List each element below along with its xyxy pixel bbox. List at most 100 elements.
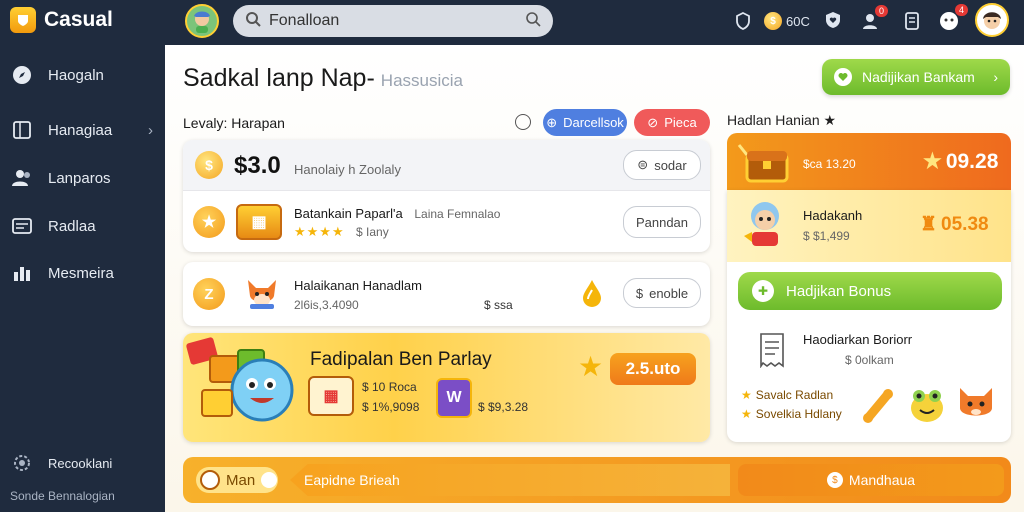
row2-button[interactable]: $ enoble: [623, 278, 701, 308]
notification-badge: 0: [874, 5, 888, 17]
compass-icon: ⊕: [546, 114, 558, 130]
coin-outline-icon: $: [635, 285, 644, 301]
sidebar-item-home[interactable]: Haogaln: [0, 53, 165, 97]
treasure-chest-icon: [733, 137, 793, 185]
tag-icon: ⊘: [647, 114, 659, 130]
row2-price: $ ssa: [484, 298, 513, 312]
bottom-action-label: Mandhaua: [848, 472, 916, 488]
promo-meta-1: $ 10 Roca: [362, 380, 417, 394]
row1-sub: $ Iany: [356, 225, 389, 239]
filter-blue-button[interactable]: ⊕ Darcellsok: [543, 109, 627, 136]
game-thumbnail[interactable]: ▦: [236, 204, 282, 240]
page-title-text: Sadkal lanp Nap-: [183, 64, 375, 92]
profile-avatar[interactable]: [975, 3, 1009, 37]
chevron-right-icon: ›: [148, 121, 153, 139]
toggle-knob: [261, 472, 278, 488]
user-avatar[interactable]: [185, 4, 219, 38]
user-name: Hadakanh: [803, 208, 863, 223]
reward-title: Haodiarkan Boriorr: [803, 332, 913, 347]
shield-icon[interactable]: [734, 12, 752, 30]
sidebar-item-stats[interactable]: Mesmeira: [0, 251, 165, 295]
coin-icon: $: [826, 472, 843, 488]
filter-blue-label: Darcellsok: [563, 115, 624, 130]
balance-button[interactable]: ⊜ sodar: [623, 150, 701, 180]
timer-toggle[interactable]: Man: [196, 467, 278, 493]
star-icon: ★: [741, 407, 752, 421]
top-cta-label: Nadijikan Bankam: [862, 69, 975, 85]
app-logo-icon: [10, 7, 36, 33]
card-icon: [12, 216, 32, 236]
row1-button-label: Panndan: [635, 214, 689, 230]
chevron-right-icon: ›: [993, 69, 998, 85]
search-bar[interactable]: [233, 5, 553, 37]
profile-notification[interactable]: 0: [858, 5, 888, 33]
reward-line-1: ★ Savalc Radlan: [741, 388, 833, 402]
frog-character-icon[interactable]: [908, 386, 946, 424]
sidebar-item-cards[interactable]: Radlaa: [0, 204, 165, 248]
promo-item-2-icon: W: [436, 378, 472, 418]
sidebar-item-label: Radlaa: [48, 217, 96, 235]
sidebar-item-label: Hanagiaa: [48, 121, 113, 139]
reward-sub: $ 0olkam: [845, 353, 894, 367]
bonus-button-label: Hadjikan Bonus: [786, 282, 892, 300]
balance-amount: $3.0: [234, 152, 281, 179]
rating-stars: ★★★★: [294, 224, 345, 239]
sidebar-item-friends[interactable]: Lanparos: [0, 156, 165, 200]
coin-icon: $: [764, 12, 782, 30]
star-badge-icon: ★: [193, 206, 225, 238]
promo-meta-2: $ 1%,9098: [362, 400, 420, 414]
app-name: Casual: [44, 8, 113, 31]
coin-counter[interactable]: $ 60C: [764, 10, 810, 32]
row1-button[interactable]: Panndan: [623, 206, 701, 238]
refresh-icon: ⊜: [637, 157, 649, 172]
reward-line-2: ★ Sovelkia Hdlany: [741, 407, 842, 421]
user-sub: $ $1,499: [803, 229, 850, 243]
right-panel-header: Hadlan Hanian ★: [727, 112, 836, 129]
search-input[interactable]: [269, 12, 517, 30]
clock-icon: [200, 470, 220, 490]
balance-button-label: sodar: [654, 157, 687, 173]
star-icon: ★: [741, 388, 752, 402]
balance-desc: Hanolaiy h Zoolaly: [294, 162, 401, 177]
user-score-value: 05.38: [941, 213, 989, 235]
bottom-banner: Eapidne Brieah: [290, 464, 730, 496]
bottom-action-button[interactable]: $ Mandhaua: [738, 464, 1004, 496]
sidebar: Haogaln Hanagiaa › Lanparos Radlaa Mesme…: [0, 45, 165, 512]
right-panel-title: Hadlan Hanian: [727, 112, 820, 128]
banner-meta: $ca 13.20: [803, 157, 856, 171]
bone-item-icon[interactable]: [860, 388, 898, 424]
cat-character-icon[interactable]: [956, 384, 996, 424]
row2-title: Halaikanan Hanadlam: [294, 278, 422, 293]
player-avatar-icon: [740, 196, 790, 250]
heart-icon: [834, 68, 852, 86]
banner-score: ★ 09.28: [923, 149, 998, 174]
sidebar-item-settings[interactable]: Recooklani: [0, 441, 165, 485]
bonus-button[interactable]: ✚ Hadjikan Bonus: [738, 272, 1002, 310]
divider: [183, 190, 710, 191]
messages-badge: 4: [954, 4, 968, 16]
row1-title-text: Batankain Paparl'a: [294, 206, 403, 221]
document-icon[interactable]: [904, 12, 920, 30]
filter-red-button[interactable]: ⊘ Pieca: [634, 109, 710, 136]
heart-shield-icon[interactable]: [824, 11, 842, 29]
chart-icon: [12, 263, 32, 283]
top-cta-button[interactable]: Nadijikan Bankam ›: [822, 59, 1010, 95]
search-submit-icon[interactable]: [525, 11, 541, 32]
gift-icon: ✚: [752, 280, 774, 302]
sidebar-item-label: Lanparos: [48, 169, 111, 187]
row1-title: Batankain Paparl'a Laina Femnalao: [294, 206, 614, 221]
info-icon[interactable]: [515, 114, 531, 130]
fox-icon: [244, 274, 280, 310]
banner-score-value: 09.28: [945, 149, 999, 173]
messages-notification[interactable]: 4: [936, 4, 968, 34]
app-brand[interactable]: Casual: [10, 7, 113, 33]
page-title: Sadkal lanp Nap- Hassusicia: [183, 64, 463, 93]
star-icon: ★: [923, 150, 942, 173]
leaderboard-banner[interactable]: $ca 13.20 ★ 09.28: [727, 133, 1011, 190]
promo-price-button[interactable]: 2.5.uto: [610, 353, 696, 385]
user-score: ♜ 05.38: [920, 213, 989, 236]
promo-meta-3: $ $9,3.28: [478, 400, 529, 414]
sidebar-item-label: Mesmeira: [48, 264, 114, 282]
sidebar-item-library[interactable]: Hanagiaa ›: [0, 108, 165, 152]
row2-button-label: enoble: [649, 285, 689, 301]
